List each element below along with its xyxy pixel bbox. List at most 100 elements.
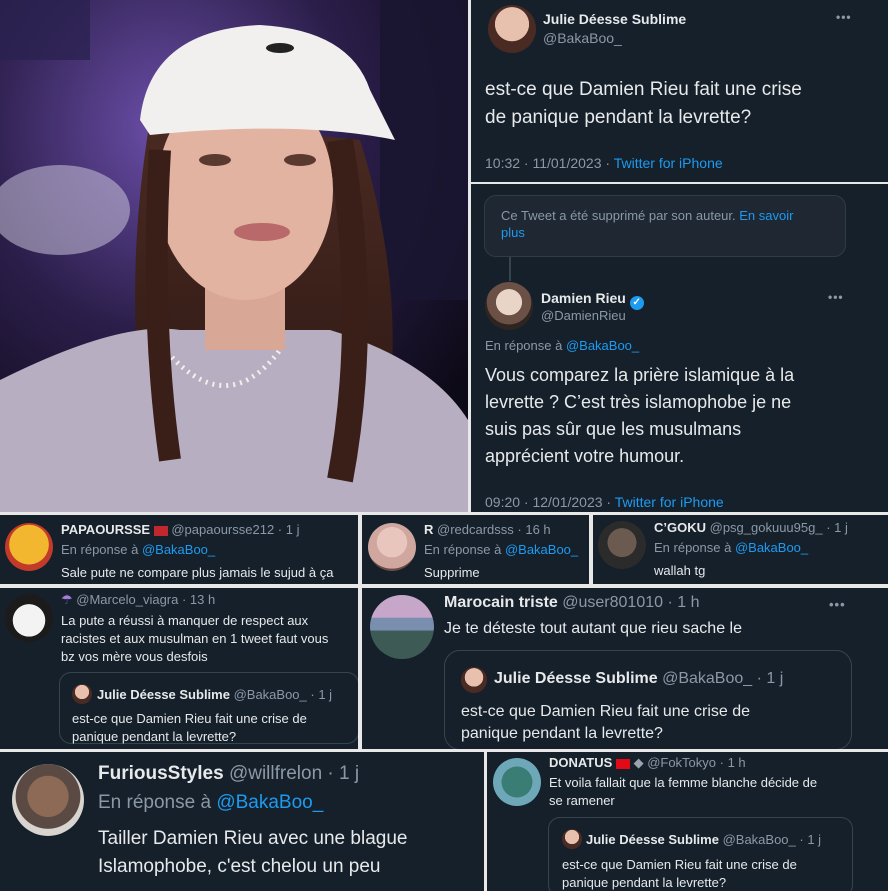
quote-text-line: est-ce que Damien Rieu fait une crise de (72, 711, 307, 726)
reply-to-link[interactable]: @BakaBoo_ (216, 792, 323, 813)
author-meta: @user801010 · 1 h (562, 594, 700, 611)
reply-header: ☂ @Marcelo_viagra · 13 h (61, 592, 215, 608)
reply-papaoursse[interactable]: PAPAOURSSE @papaoursse212 · 1 j En répon… (0, 515, 358, 584)
deleted-text: Ce Tweet a été supprimé par son auteur. (501, 208, 740, 223)
author-handle[interactable]: @DamienRieu (541, 308, 626, 323)
rieu-avatar[interactable] (485, 282, 533, 330)
author-name[interactable]: Damien Rieu (541, 290, 626, 306)
reply-marocain[interactable]: Marocain triste @user801010 · 1 h ••• Je… (362, 588, 888, 749)
rieu-tweet-panel: Ce Tweet a été supprimé par son auteur. … (471, 184, 888, 512)
reply-text: La pute a réussi à manquer de respect au… (61, 612, 328, 666)
tweet-text-line: apprécient votre humour. (485, 446, 685, 466)
reply-donatus[interactable]: DONATUS ◆ @FokTokyo · 1 h Et voila falla… (487, 752, 888, 891)
reply-context: En réponse à @BakaBoo_ (98, 792, 323, 814)
author-name[interactable]: DONATUS (549, 755, 612, 770)
reply-to-link[interactable]: @BakaBoo_ (505, 542, 578, 557)
reply-text-line: racistes et aux musulman en 1 tweet faut… (61, 631, 329, 646)
more-options-icon[interactable]: ••• (836, 10, 852, 24)
reply-to-link[interactable]: @BakaBoo_ (142, 542, 215, 557)
reply-prefix: En réponse à (654, 540, 735, 555)
reply-header: Marocain triste @user801010 · 1 h (444, 594, 699, 612)
quoted-tweet[interactable]: Julie Déesse Sublime @BakaBoo_ · 1 j est… (59, 672, 358, 744)
quote-author-name: Julie Déesse Sublime (494, 670, 658, 687)
quote-text-line: est-ce que Damien Rieu fait une crise de (562, 857, 797, 872)
author-meta: @FokTokyo · 1 h (647, 755, 746, 770)
marcelo-avatar[interactable] (5, 594, 53, 642)
marocain-avatar[interactable] (370, 595, 434, 659)
julie-avatar-small (562, 829, 582, 849)
source-link[interactable]: Twitter for iPhone (615, 494, 724, 510)
reply-text-line: Tailler Damien Rieu avec une blague (98, 828, 408, 849)
r-avatar[interactable] (368, 523, 416, 571)
goku-avatar[interactable] (598, 521, 646, 569)
streamer-photo-drawing (0, 0, 468, 512)
reply-to-link[interactable]: @BakaBoo_ (566, 338, 639, 353)
reply-prefix: En réponse à (61, 542, 142, 557)
author-name[interactable]: PAPAOURSSE (61, 522, 150, 537)
reply-to-link[interactable]: @BakaBoo_ (735, 540, 808, 555)
reply-text: Et voila fallait que la femme blanche dé… (549, 774, 817, 810)
quoted-tweet[interactable]: Julie Déesse Sublime @BakaBoo_ · 1 j est… (548, 817, 853, 891)
author-meta: @psg_gokuuu95g_ · 1 j (709, 520, 848, 535)
reply-header: R @redcardsss · 16 h (424, 522, 551, 537)
reply-text: Supprime (424, 565, 480, 580)
reply-text-line: Islamophobe, c'est chelou un peu (98, 856, 381, 877)
author-meta: @redcardsss · 16 h (437, 522, 551, 537)
author-meta: @Marcelo_viagra · 13 h (76, 592, 216, 607)
author-name[interactable]: FuriousStyles (98, 763, 224, 784)
author-meta: @willfrelon · 1 j (228, 763, 360, 784)
quote-author-meta: @BakaBoo_ · 1 j (722, 832, 822, 847)
rhino-emoji-icon: ◆ (633, 755, 644, 770)
timestamp-text: 09:20 · 12/01/2023 · (485, 494, 615, 510)
reply-text-line: bz vos mère vous desfois (61, 649, 208, 664)
furious-avatar[interactable] (12, 764, 84, 836)
tweet-text-line: suis pas sûr que les musulmans (485, 419, 742, 439)
reply-prefix: En réponse à (424, 542, 505, 557)
tweet-text-line: de panique pendant la levrette? (485, 107, 752, 128)
quote-author-name: Julie Déesse Sublime (586, 832, 719, 847)
author-meta: @papaoursse212 · 1 j (171, 522, 300, 537)
rieu-name-row: Damien Rieu ✓ (541, 290, 644, 310)
julie-avatar-small (72, 684, 92, 704)
quote-author-meta: @BakaBoo_ · 1 j (662, 670, 784, 687)
reply-text-line: se ramener (549, 793, 615, 808)
quoted-tweet[interactable]: Julie Déesse Sublime @BakaBoo_ · 1 j est… (444, 650, 852, 749)
morocco-flag-icon (153, 525, 168, 536)
winnie-avatar[interactable] (5, 523, 53, 571)
learn-more-link[interactable]: En savoir (739, 208, 793, 223)
donatus-avatar[interactable] (493, 758, 541, 806)
quote-header: Julie Déesse Sublime @BakaBoo_ · 1 j (586, 832, 821, 847)
streamer-photo (0, 0, 468, 512)
author-handle[interactable]: @BakaBoo_ (543, 30, 622, 46)
julie-avatar[interactable] (488, 5, 536, 53)
more-options-icon[interactable]: ••• (829, 597, 846, 612)
reply-text: Sale pute ne compare plus jamais le suju… (61, 565, 334, 580)
thread-line (509, 257, 511, 281)
author-name[interactable]: C’GOKU (654, 520, 706, 535)
learn-more-link-cont[interactable]: plus (501, 225, 525, 240)
tweet-text-line: Vous comparez la prière islamique à la (485, 365, 795, 385)
reply-text-line: Et voila fallait que la femme blanche dé… (549, 775, 818, 790)
tweet-text-line: levrette ? C’est très islamophobe je ne (485, 392, 792, 412)
main-tweet-panel: Julie Déesse Sublime @BakaBoo_ ••• est-c… (471, 0, 888, 182)
reply-text: Je te déteste tout autant que rieu sache… (444, 620, 742, 637)
quote-header: Julie Déesse Sublime @BakaBoo_ · 1 j (97, 687, 332, 702)
quote-text: est-ce que Damien Rieu fait une crise de… (562, 856, 797, 891)
reply-marcelo[interactable]: ☂ @Marcelo_viagra · 13 h La pute a réuss… (0, 588, 358, 749)
reply-goku[interactable]: C’GOKU @psg_gokuuu95g_ · 1 j En réponse … (593, 515, 888, 584)
author-name[interactable]: Julie Déesse Sublime (543, 11, 686, 27)
author-name[interactable]: R (424, 522, 433, 537)
reply-header: FuriousStyles @willfrelon · 1 j (98, 763, 359, 785)
quote-text: est-ce que Damien Rieu fait une crise de… (72, 710, 307, 746)
source-link[interactable]: Twitter for iPhone (614, 155, 723, 171)
reply-r[interactable]: R @redcardsss · 16 h En réponse à @BakaB… (362, 515, 589, 584)
reply-header: C’GOKU @psg_gokuuu95g_ · 1 j (654, 520, 848, 535)
author-name[interactable]: Marocain triste (444, 594, 558, 611)
quote-text-line: panique pendant la levrette? (562, 875, 727, 890)
tweet-text: est-ce que Damien Rieu fait une crise de… (485, 76, 802, 132)
reply-furious[interactable]: FuriousStyles @willfrelon · 1 j En répon… (0, 752, 484, 891)
turkey-flag-icon (615, 758, 630, 769)
more-options-icon[interactable]: ••• (828, 290, 844, 304)
quote-author-meta: @BakaBoo_ · 1 j (233, 687, 333, 702)
reply-text: Tailler Damien Rieu avec une blague Isla… (98, 825, 407, 881)
